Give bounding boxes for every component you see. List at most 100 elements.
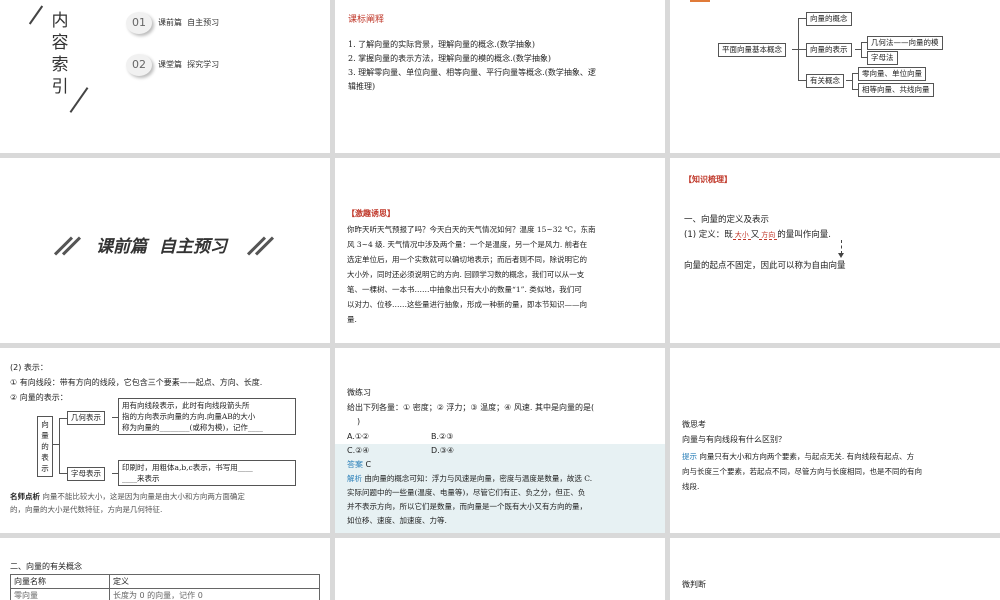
- objective-line: 1. 了解向量的实际背景，理解向量的概念.(数学抽象): [348, 40, 535, 49]
- connector: [59, 418, 60, 473]
- objectives-heading: 课标阐释: [348, 15, 385, 25]
- index-title: 内 容 索 引: [48, 10, 72, 98]
- judge-title: 微判断: [682, 580, 706, 589]
- letter-description: 印刷时，用粗体a,b,c表示，书写用____ ____来表示: [118, 460, 296, 486]
- mindmap-node: 向量的表示: [806, 43, 852, 57]
- arrow-connector: [841, 240, 842, 254]
- description-line: ____来表示: [122, 474, 160, 483]
- objectives-text: 1. 了解向量的实际背景，理解向量的概念.(数学抽象) 2. 掌握向量的表示方法…: [348, 38, 658, 94]
- table-header: 定义: [109, 574, 320, 589]
- intro-text: 你昨天听天气预报了吗？今天白天的天气情况如何？温度 15~32 ℃，东南 风 3…: [347, 222, 659, 327]
- tip-text: 的，向量的大小是代数特征，方向是几何特征.: [10, 505, 163, 514]
- tip-label: 名师点析: [10, 492, 40, 501]
- index-item-label: 课堂篇 探究学习: [158, 60, 220, 69]
- box-char: 量: [41, 431, 49, 440]
- description-line: 指的方向表示向量的方向.向量AB的大小: [122, 412, 256, 421]
- mindmap-node: 零向量、单位向量: [858, 67, 926, 81]
- answer-blank: 方向: [759, 231, 778, 240]
- rep-line: ① 有向线段：带有方向的线段，它包含三个要素——起点、方向、长度.: [10, 378, 263, 387]
- connector: [798, 49, 806, 50]
- slide-index: 内 容 索 引 01 课前篇 自主预习 02 课堂篇 探究学习: [0, 0, 330, 153]
- definition-text: (1) 定义：既: [684, 230, 733, 240]
- description-line: 称为向量的________(或称为模)，记作____: [122, 423, 263, 432]
- definition-line: (1) 定义：既 大小又方向 的量叫作向量.: [684, 228, 831, 240]
- slide-mindmap: 平面向量基本概念 向量的概念 向量的表示 有关概念 几何法——向量的模 字母法 …: [670, 0, 1000, 153]
- rep-line: ② 向量的表示：: [10, 393, 68, 402]
- connector: [798, 18, 806, 19]
- box-char: 表: [41, 453, 49, 462]
- objective-line: 2. 掌握向量的表示方法，理解向量的模的概念.(数学抽象): [348, 54, 551, 63]
- note-text: 向量的起点不固定，因此可以称为自由向量: [684, 261, 846, 271]
- answer-label: 答案: [347, 460, 363, 469]
- index-title-char: 引: [51, 77, 69, 97]
- mindmap-node: 有关概念: [806, 74, 844, 88]
- mindmap-node: 向量的概念: [806, 12, 852, 26]
- intro-line: 笔、一棵树、一本书……中抽象出只有大小的数量“1”. 类似地，我们可: [347, 285, 582, 294]
- slide-section-title: 课前篇 自主预习: [0, 158, 330, 343]
- explanation-line: 并不表示方向，所以它们是数量，而向量是一个既有大小又有方向的量，: [347, 502, 587, 511]
- intro-line: 量.: [347, 315, 357, 324]
- mindmap-node: 字母法: [867, 51, 898, 65]
- slide-concepts: 二、向量的有关概念 向量名称 定义 零向量 长度为 0 的向量，记作 0: [0, 538, 330, 600]
- slide-objectives: 课标阐释 1. 了解向量的实际背景，理解向量的概念.(数学抽象) 2. 掌握向量…: [335, 0, 665, 153]
- option[interactable]: C.②④: [347, 444, 431, 458]
- table-cell: 零向量: [10, 588, 110, 600]
- slide-practice: 微练习 给出下列各量：① 密度；② 浮力；③ 温度；④ 风速. 其中是向量的是(…: [335, 348, 665, 533]
- index-number-badge: 02: [126, 54, 152, 76]
- intro-line: 选定单位后，用一个实数就可以确切地表示；而后者则不同，除说明它的: [347, 255, 587, 264]
- intro-line: 以对力、位移……这些量进行抽象，形成一种新的量，即本节知识——向: [347, 300, 587, 309]
- intro-line: 大小外，同时还必须说明它的方向. 回顾学习数的概念，我们可以从一支: [347, 270, 585, 279]
- index-item[interactable]: 01 课前篇 自主预习: [126, 12, 286, 36]
- letter-label: 字母表示: [67, 467, 105, 481]
- description-line: 印刷时，用粗体a,b,c表示，书写用____: [122, 463, 253, 472]
- diagonal-line-decoration: [28, 5, 44, 25]
- tip-text: 向量不能比较大小，这是因为向量是由大小和方向两方面确定: [42, 492, 245, 501]
- concepts-heading: 二、向量的有关概念: [10, 562, 82, 571]
- explanation-line: 由向量的概念可知：浮力与风速是向量，密度与温度是数量，故选 C.: [364, 474, 593, 483]
- explanation-line: 如位移、速度、加速度、力等.: [347, 516, 447, 525]
- connector: [861, 42, 862, 57]
- slide-think: 微思考 向量与有向线段有什么区别？ 提示 向量只有大小和方向两个要素，与起点无关…: [670, 348, 1000, 533]
- think-hint: 提示 向量只有大小和方向两个要素，与起点无关. 有向线段有起点、方 向与长度三个…: [682, 449, 994, 494]
- index-item[interactable]: 02 课堂篇 探究学习: [126, 54, 286, 78]
- index-item-label: 课前篇 自主预习: [158, 18, 220, 27]
- explanation-label: 解析: [347, 474, 362, 483]
- connector: [798, 80, 806, 81]
- definition-text: 的量叫作向量.: [777, 230, 831, 240]
- option[interactable]: B.②③: [431, 432, 453, 441]
- table-row: 零向量 长度为 0 的向量，记作 0: [10, 588, 320, 600]
- section-heading: 一、向量的定义及表示: [684, 215, 770, 225]
- intro-heading: 【激趣诱思】: [347, 208, 395, 218]
- practice-options: A.①② B.②③: [347, 430, 657, 444]
- definition-text: 又: [750, 230, 760, 240]
- slide-representation: (2) 表示： ① 有向线段：带有方向的线段，它包含三个要素——起点、方向、长度…: [0, 348, 330, 533]
- hint-label: 提示: [682, 452, 697, 461]
- knowledge-heading: 【知识梳理】: [684, 174, 732, 184]
- option[interactable]: A.①②: [347, 430, 431, 444]
- box-char: 示: [41, 464, 49, 473]
- rep-line: (2) 表示：: [10, 363, 48, 372]
- representation-box: 向 量 的 表 示: [37, 416, 53, 477]
- mindmap-node: 相等向量、共线向量: [858, 83, 934, 97]
- box-char: 向: [41, 420, 49, 429]
- intro-line: 风 3~4 级. 天气情况中涉及两个量：一个是温度，另一个是风力. 前者在: [347, 240, 588, 249]
- hint-line: 向量只有大小和方向两个要素，与起点无关. 有向线段有起点、方: [699, 452, 915, 461]
- table-cell: 长度为 0 的向量，记作 0: [109, 588, 320, 600]
- slide-blank: [335, 538, 665, 600]
- index-title-char: 索: [51, 55, 69, 75]
- objective-line: 辑推理): [348, 82, 376, 91]
- option[interactable]: D.③④: [431, 446, 454, 455]
- answer-panel: C.②④ D.③④ 答案 C 解析 由向量的概念可知：浮力与风速是向量，密度与温度…: [335, 444, 665, 533]
- connector: [852, 73, 853, 89]
- slide-judge: 微判断: [670, 538, 1000, 600]
- question-text: 给出下列各量：① 密度；② 浮力；③ 温度；④ 风速. 其中是向量的是(: [347, 403, 595, 412]
- slide-intro: 【激趣诱思】 你昨天听天气预报了吗？今天白天的天气情况如何？温度 15~32 ℃…: [335, 158, 665, 343]
- diagonal-line-decoration: [69, 87, 89, 113]
- table-header-row: 向量名称 定义: [10, 574, 320, 589]
- practice-title: 微练习: [347, 388, 371, 397]
- mindmap-node: 几何法——向量的模: [867, 36, 943, 50]
- slide-knowledge: 【知识梳理】 一、向量的定义及表示 (1) 定义：既 大小又方向 的量叫作向量. 向…: [670, 158, 1000, 343]
- heading-underline: [690, 0, 710, 2]
- section-title: 课前篇 自主预习: [96, 237, 227, 257]
- arrow-down-icon: [838, 253, 844, 258]
